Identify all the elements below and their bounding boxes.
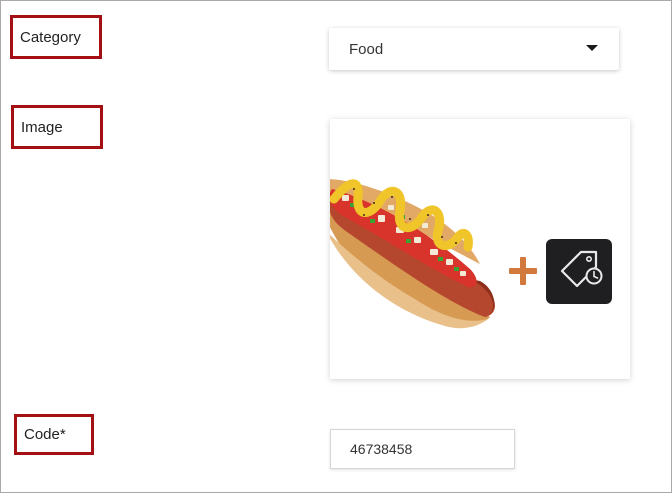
caret-down-icon: [586, 45, 598, 51]
code-label: Code*: [14, 414, 94, 455]
category-select-value: Food: [349, 40, 384, 58]
category-select[interactable]: Food: [329, 28, 619, 70]
image-label: Image: [11, 105, 103, 149]
category-label: Category: [10, 15, 102, 59]
product-image: [330, 179, 612, 329]
plus-icon: [509, 257, 537, 285]
category-label-text: Category: [20, 28, 81, 46]
image-label-text: Image: [21, 118, 63, 136]
code-input[interactable]: [330, 429, 515, 469]
form-panel: Category Food Image Code* 46738458: [0, 0, 672, 493]
code-label-text: Code*: [24, 426, 66, 443]
image-upload-preview[interactable]: [330, 119, 630, 379]
hot-dog-image: [330, 179, 495, 329]
price-tag-clock-icon: [546, 239, 612, 304]
